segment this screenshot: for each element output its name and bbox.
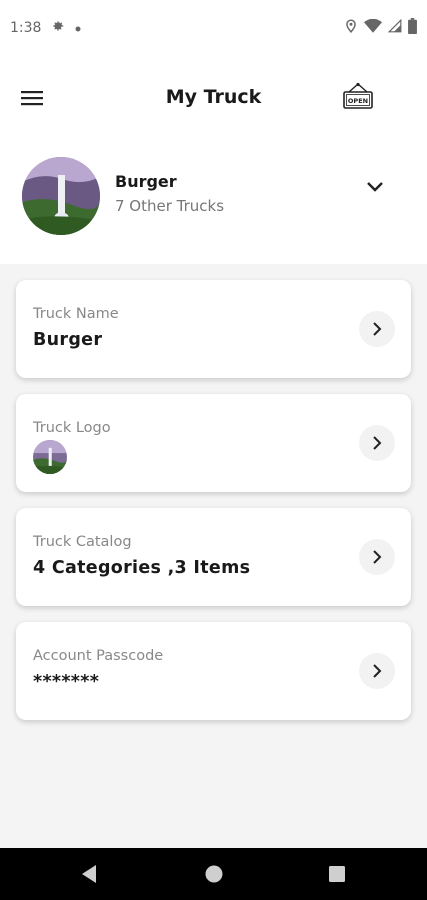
- status-time: 1:38: [10, 20, 42, 36]
- card-value: Burger: [33, 330, 103, 350]
- chevron-right-icon[interactable]: [359, 653, 395, 689]
- location-icon: [344, 18, 358, 38]
- card-label: Truck Name: [33, 306, 119, 322]
- chevron-down-icon[interactable]: [363, 174, 387, 198]
- truck-selector[interactable]: Burger 7 Other Trucks: [0, 142, 427, 264]
- chevron-right-icon[interactable]: [359, 539, 395, 575]
- app-bar: My Truck OPEN: [0, 56, 427, 142]
- wifi-icon: [364, 18, 382, 37]
- card-label: Truck Catalog: [33, 534, 132, 550]
- signal-icon: [387, 18, 402, 37]
- truck-logo-card[interactable]: Truck Logo: [16, 394, 411, 492]
- truck-avatar: [22, 157, 100, 235]
- open-sign-icon[interactable]: OPEN: [341, 82, 375, 114]
- card-value: 4 Categories ,3 Items: [33, 558, 251, 578]
- card-value: *******: [33, 672, 100, 692]
- status-bar: 1:38: [0, 0, 427, 56]
- back-icon[interactable]: [80, 864, 98, 888]
- truck-name-card[interactable]: Truck Name Burger: [16, 280, 411, 378]
- home-icon[interactable]: [204, 864, 224, 888]
- truck-logo-thumbnail: [33, 440, 67, 474]
- battery-icon: [408, 18, 417, 38]
- settings-icon: [51, 19, 65, 37]
- other-trucks-count: 7 Other Trucks: [115, 197, 225, 215]
- truck-name: Burger: [115, 172, 177, 191]
- account-passcode-card[interactable]: Account Passcode *******: [16, 622, 411, 720]
- chevron-right-icon[interactable]: [359, 425, 395, 461]
- dot-icon: [75, 20, 81, 36]
- settings-list: Truck Name Burger Truck Logo Truck Catal…: [0, 264, 427, 848]
- card-label: Account Passcode: [33, 648, 164, 664]
- card-label: Truck Logo: [33, 420, 111, 436]
- recent-apps-icon[interactable]: [328, 865, 346, 887]
- chevron-right-icon[interactable]: [359, 311, 395, 347]
- truck-catalog-card[interactable]: Truck Catalog 4 Categories ,3 Items: [16, 508, 411, 606]
- system-nav-bar: [0, 848, 427, 900]
- open-sign-label: OPEN: [348, 97, 368, 105]
